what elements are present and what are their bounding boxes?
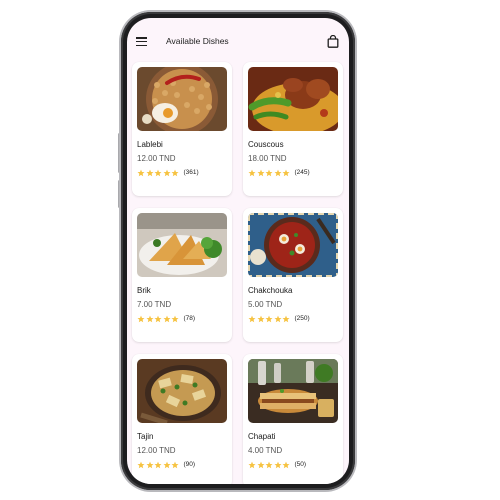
star-rating: [248, 461, 291, 469]
dish-image-chapati: [248, 359, 338, 423]
review-count: (50): [294, 461, 307, 468]
star-icon: [248, 169, 256, 176]
dish-name: Chakchouka: [248, 286, 293, 295]
star-icon: [171, 461, 179, 468]
star-icon: [282, 461, 290, 468]
dish-image-tajin: [137, 359, 227, 423]
star-rating: [137, 315, 180, 323]
review-count: (361): [183, 169, 199, 176]
star-icon: [163, 169, 170, 176]
star-icon: [248, 315, 256, 322]
dish-price: 12.00 TND: [137, 154, 176, 163]
dish-image-lablebi: [137, 67, 227, 131]
star-rating: [248, 315, 291, 323]
dish-name: Brik: [137, 286, 151, 295]
star-icon: [146, 315, 153, 322]
star-icon: [146, 169, 153, 176]
review-count: (250): [294, 315, 310, 322]
dish-image-brik: [137, 213, 227, 277]
star-icon: [137, 169, 145, 176]
star-icon: [282, 169, 290, 176]
star-icon: [274, 461, 281, 468]
dish-card[interactable]: Tajin 12.00 TND (90): [132, 354, 232, 484]
star-icon: [257, 461, 264, 468]
star-icon: [154, 169, 162, 176]
star-icon: [154, 315, 162, 322]
review-count: (90): [183, 461, 196, 468]
dish-price: 5.00 TND: [248, 300, 283, 309]
star-icon: [163, 461, 170, 468]
dish-image-couscous: [248, 67, 338, 131]
star-icon: [171, 169, 179, 176]
dish-name: Couscous: [248, 140, 284, 149]
dish-price: 4.00 TND: [248, 446, 283, 455]
star-rating: [137, 461, 180, 469]
star-icon: [257, 169, 264, 176]
app-screen: Available Dishes Lablebi 12.00 TND (361)…: [127, 18, 349, 484]
star-icon: [257, 315, 264, 322]
dish-card[interactable]: Lablebi 12.00 TND (361): [132, 62, 232, 196]
star-icon: [171, 315, 179, 322]
dish-price: 18.00 TND: [248, 154, 287, 163]
rating: (50): [248, 460, 306, 469]
dish-name: Lablebi: [137, 140, 163, 149]
dish-name: Chapati: [248, 432, 276, 441]
review-count: (78): [183, 315, 196, 322]
dish-card[interactable]: Couscous 18.00 TND (245): [243, 62, 343, 196]
rating: (90): [137, 460, 195, 469]
rating: (250): [248, 314, 310, 323]
star-icon: [137, 461, 145, 468]
star-icon: [163, 315, 170, 322]
star-icon: [265, 315, 273, 322]
review-count: (245): [294, 169, 310, 176]
rating: (361): [137, 168, 199, 177]
star-rating: [248, 169, 291, 177]
dish-price: 12.00 TND: [137, 446, 176, 455]
star-icon: [265, 461, 273, 468]
dish-card[interactable]: Chakchouka 5.00 TND (250): [243, 208, 343, 342]
dish-grid: Lablebi 12.00 TND (361) Couscous 18.00 T…: [127, 18, 349, 484]
star-rating: [137, 169, 180, 177]
star-icon: [282, 315, 290, 322]
dish-card[interactable]: Brik 7.00 TND (78): [132, 208, 232, 342]
star-icon: [146, 461, 153, 468]
dish-price: 7.00 TND: [137, 300, 172, 309]
star-icon: [137, 315, 145, 322]
star-icon: [154, 461, 162, 468]
dish-card[interactable]: Chapati 4.00 TND (50): [243, 354, 343, 484]
rating: (78): [137, 314, 195, 323]
star-icon: [274, 315, 281, 322]
dish-image-chakchouka: [248, 213, 338, 277]
rating: (245): [248, 168, 310, 177]
star-icon: [248, 461, 256, 468]
dish-name: Tajin: [137, 432, 154, 441]
star-icon: [265, 169, 273, 176]
star-icon: [274, 169, 281, 176]
